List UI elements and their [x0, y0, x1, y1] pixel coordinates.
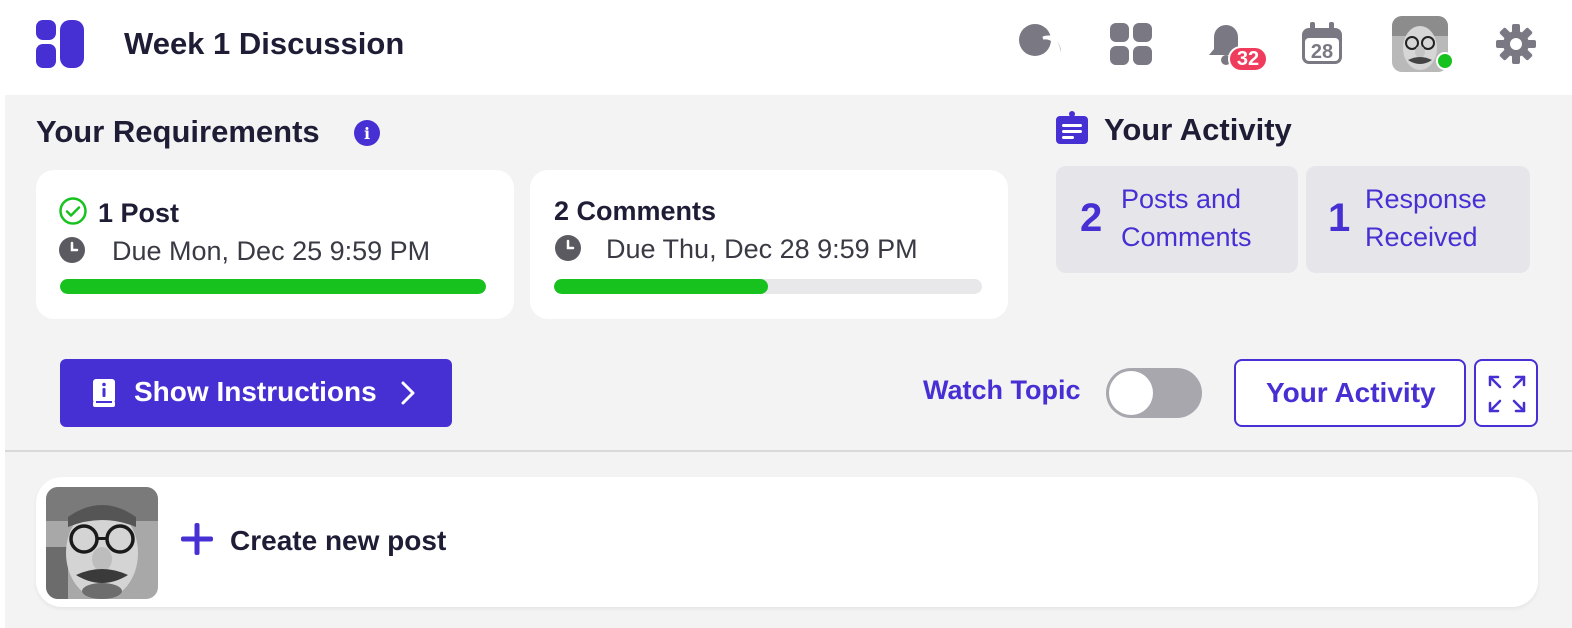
watch-topic-label: Watch Topic — [923, 375, 1081, 405]
your-activity-button[interactable]: Your Activity — [1234, 359, 1466, 427]
instructions-book-icon — [93, 379, 115, 407]
stat-label-line1: Response — [1365, 184, 1487, 214]
calendar-button[interactable]: 28 — [1300, 22, 1344, 66]
progress-bar-fill — [554, 279, 768, 294]
activity-clipboard-icon — [1056, 111, 1088, 144]
chat-icon[interactable] — [1017, 22, 1061, 66]
gear-icon[interactable] — [1494, 22, 1538, 66]
progress-bar — [60, 279, 486, 294]
notification-badge: 32 — [1228, 46, 1268, 72]
top-bar: Week 1 Discussion 32 28 — [0, 0, 1572, 94]
stat-value: 2 — [1080, 196, 1103, 240]
info-icon[interactable]: i — [354, 120, 380, 146]
clock-icon — [59, 237, 85, 263]
requirement-card-post: 1 Post Due Mon, Dec 25 9:59 PM — [36, 170, 514, 319]
fullscreen-button[interactable] — [1474, 359, 1538, 427]
composer-avatar — [46, 487, 158, 599]
show-instructions-button[interactable]: Show Instructions — [60, 359, 452, 427]
show-instructions-label: Show Instructions — [134, 376, 377, 407]
plus-icon[interactable] — [180, 522, 214, 556]
apps-grid-icon[interactable] — [1109, 22, 1153, 66]
activity-title: Your Activity — [1104, 112, 1292, 147]
stat-value: 1 — [1328, 196, 1351, 240]
requirement-due-date: Due Mon, Dec 25 9:59 PM — [112, 236, 431, 266]
stat-label-line2: Comments — [1121, 222, 1252, 252]
page-title: Week 1 Discussion — [124, 26, 405, 61]
watch-topic-toggle[interactable] — [1106, 368, 1202, 418]
responses-received-stat[interactable]: 1 Response Received — [1306, 166, 1530, 273]
requirement-label: 2 Comments — [554, 196, 717, 226]
calendar-day: 28 — [1311, 41, 1333, 63]
notifications-button[interactable]: 32 — [1204, 22, 1268, 72]
requirement-label: 1 Post — [98, 198, 180, 228]
progress-bar-fill — [60, 279, 486, 294]
logo-icon[interactable] — [36, 20, 84, 68]
stat-label-line2: Received — [1365, 222, 1478, 252]
posts-and-comments-stat[interactable]: 2 Posts and Comments — [1056, 166, 1298, 273]
requirement-card-comments: 2 Comments Due Thu, Dec 28 9:59 PM — [530, 170, 1008, 319]
progress-bar — [554, 279, 982, 294]
calendar-icon: 28 — [1302, 22, 1342, 64]
check-circle-icon — [59, 197, 87, 225]
chevron-right-icon — [401, 381, 415, 405]
requirement-due-date: Due Thu, Dec 28 9:59 PM — [606, 234, 918, 264]
toggle-knob — [1109, 371, 1153, 415]
create-new-post-label[interactable]: Create new post — [230, 525, 446, 557]
requirements-title: Your Requirements — [36, 114, 320, 149]
clock-icon — [555, 235, 581, 261]
expand-icon — [1488, 375, 1526, 413]
stat-label-line1: Posts and — [1121, 184, 1242, 214]
section-divider — [5, 450, 1572, 452]
your-activity-label: Your Activity — [1266, 377, 1436, 408]
online-status-dot — [1436, 52, 1454, 70]
